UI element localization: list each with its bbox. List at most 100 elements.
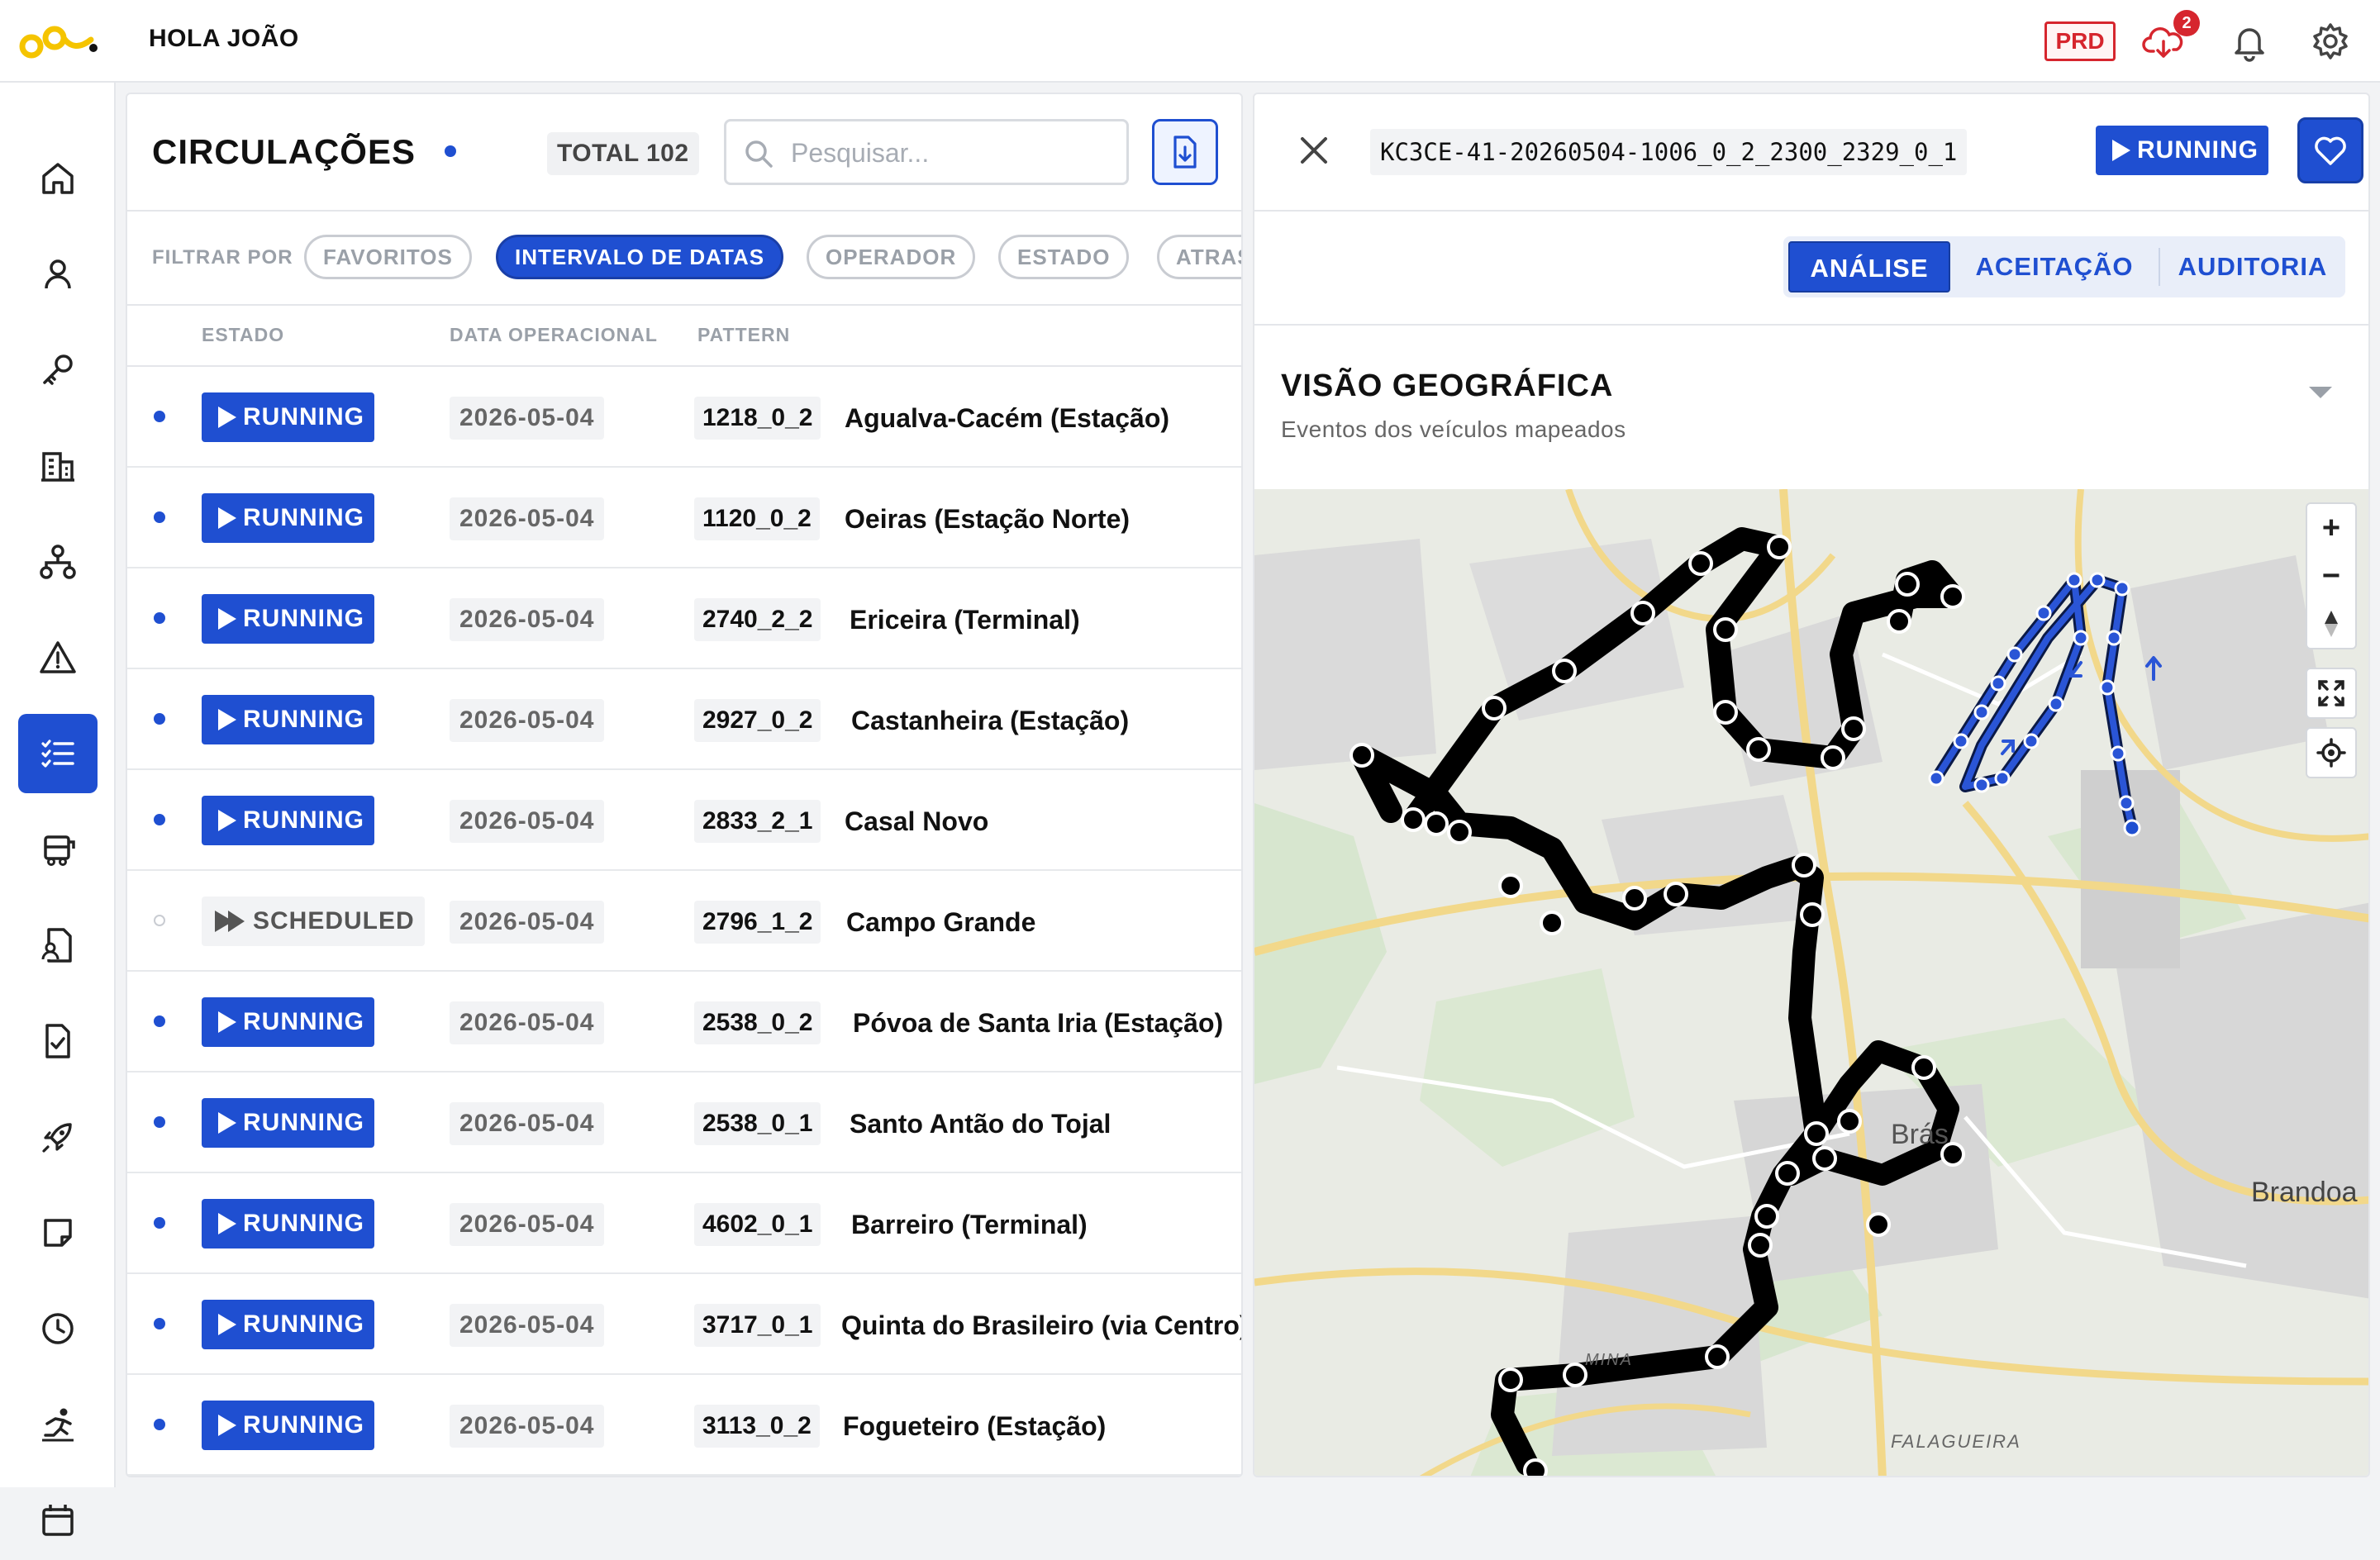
sidebar-item-drivers[interactable] [18,906,98,985]
column-header-date[interactable]: DATA OPERACIONAL [450,324,658,346]
row-indicator-dot [154,713,165,725]
operational-date: 2026-05-04 [450,598,605,641]
pattern-name: Barreiro (Terminal) [851,1210,1088,1239]
filter-status[interactable]: ESTADO [998,235,1130,279]
pattern-code: 2740_2_2 [694,598,821,641]
pattern-code: 1218_0_2 [694,397,821,440]
sidebar-item-network[interactable] [18,522,98,602]
pattern-name: Ericeira (Terminal) [850,605,1080,635]
row-indicator-dot [154,915,165,926]
filter-delay[interactable]: ATRAS [1157,235,1241,279]
collapse-chevron-icon[interactable] [2309,387,2332,398]
table-row[interactable]: SCHEDULED 2026-05-04 2796_1_2 Campo Gran… [127,871,1241,972]
sidebar-item-home[interactable] [18,139,98,218]
sidebar [0,83,116,1536]
pattern-code: 3717_0_1 [694,1304,821,1347]
table-row[interactable]: RUNNING 2026-05-04 2833_2_1 Casal Novo [127,770,1241,871]
rocket-icon [42,1123,72,1153]
sidebar-item-deploy[interactable] [18,1097,98,1177]
column-header-pattern[interactable]: PATTERN [697,324,790,346]
sidebar-item-notes[interactable] [18,1193,98,1272]
section-subtitle: Eventos dos veículos mapeados [1281,416,1626,442]
filter-operator[interactable]: OPERADOR [807,235,976,279]
play-icon [218,608,236,630]
pattern-code: 2538_0_2 [694,1001,821,1044]
tab-acceptance[interactable]: ACEITAÇÃO [1955,241,2154,292]
sidebar-item-circulations[interactable] [18,714,98,793]
table-row[interactable]: RUNNING 2026-05-04 2740_2_2 Ericeira (Te… [127,568,1241,669]
favorite-button[interactable] [2297,117,2363,183]
search-field[interactable] [724,119,1129,185]
operational-date: 2026-05-04 [450,1405,605,1448]
locate-button[interactable] [2307,729,2355,777]
status-badge: SCHEDULED [202,897,425,946]
map-label-bras: Brás [1891,1119,1949,1150]
export-button[interactable] [1152,119,1218,185]
play-icon [218,709,236,730]
status-badge: RUNNING [202,1300,374,1349]
table-row[interactable]: RUNNING 2026-05-04 2538_0_2 Póvoa de San… [127,972,1241,1072]
bell-icon[interactable] [2228,20,2271,63]
pattern-code: 1120_0_2 [694,497,820,540]
checklist-icon [41,740,74,768]
table-row[interactable]: RUNNING 2026-05-04 2927_0_2 Castanheira … [127,669,1241,770]
column-header-status[interactable]: ESTADO [202,324,284,346]
sidebar-item-vehicles[interactable] [18,810,98,889]
gear-icon[interactable] [2309,20,2352,63]
table-row[interactable]: RUNNING 2026-05-04 3717_0_1 Quinta do Br… [127,1274,1241,1375]
tab-separator [2159,248,2160,286]
sidebar-item-calendar[interactable] [18,1481,98,1560]
play-icon [218,1415,236,1436]
table-row[interactable]: RUNNING 2026-05-04 2538_0_1 Santo Antão … [127,1072,1241,1173]
operational-date: 2026-05-04 [450,800,605,843]
operational-date: 2026-05-04 [450,699,605,742]
table-row[interactable]: RUNNING 2026-05-04 1120_0_2 Oeiras (Esta… [127,468,1241,568]
sticky-note-icon [44,1219,72,1247]
filter-favorites[interactable]: FAVORITOS [304,235,472,279]
total-count-badge: TOTAL 102 [547,132,699,175]
status-badge: RUNNING [202,997,374,1047]
runner-icon [42,1408,74,1442]
download-file-icon [1173,136,1197,169]
greeting-text: HOLA JOÃO [149,25,299,52]
compass-button[interactable] [2307,600,2355,648]
app-logo[interactable] [15,20,101,63]
pattern-code: 2796_1_2 [694,901,821,944]
pattern-name: Castanheira (Estação) [851,706,1130,735]
sidebar-item-keys[interactable] [18,331,98,410]
sidebar-item-approvals[interactable] [18,1001,98,1081]
status-badge: RUNNING [202,1199,374,1248]
sidebar-item-alerts[interactable] [18,618,98,697]
sidebar-item-buildings[interactable] [18,426,98,506]
fullscreen-button[interactable] [2307,669,2355,717]
close-icon[interactable] [1296,132,1332,169]
pattern-name: Casal Novo [845,806,989,836]
search-input[interactable] [789,131,1111,174]
play-icon [218,810,236,831]
sidebar-item-activity[interactable] [18,1385,98,1464]
status-badge: RUNNING [202,493,374,543]
table-row[interactable]: RUNNING 2026-05-04 1218_0_2 Agualva-Cacé… [127,367,1241,468]
zoom-in-button[interactable]: + [2307,504,2355,552]
geographic-map[interactable]: Brás Brandoa FALAGUEIRA MINA + − [1254,488,2370,1477]
filter-date-range[interactable]: INTERVALO DE DATAS [496,235,784,279]
bus-icon [44,835,75,866]
status-badge: RUNNING [202,1098,374,1148]
status-badge: RUNNING [202,594,374,644]
notification-count-badge: 2 [2173,10,2200,36]
tabs-divider [1254,324,2368,326]
alert-triangle-icon [40,641,76,673]
tab-analysis[interactable]: ANÁLISE [1788,241,1950,292]
zoom-out-button[interactable]: − [2307,552,2355,600]
row-indicator-dot [154,511,165,523]
map-canvas[interactable]: Brás Brandoa FALAGUEIRA MINA [1254,488,2370,1477]
table-row[interactable]: RUNNING 2026-05-04 4602_0_1 Barreiro (Te… [127,1173,1241,1274]
table-row[interactable]: RUNNING 2026-05-04 3113_0_2 Fogueteiro (… [127,1375,1241,1476]
sidebar-item-history[interactable] [18,1289,98,1368]
map-label-brandoa: Brandoa [2251,1177,2358,1208]
pattern-code: 2833_2_1 [694,800,821,843]
document-check-icon [45,1024,70,1058]
sidebar-item-users[interactable] [18,235,98,314]
tab-audit[interactable]: AUDITORIA [2163,241,2342,292]
operational-date: 2026-05-04 [450,1001,605,1044]
